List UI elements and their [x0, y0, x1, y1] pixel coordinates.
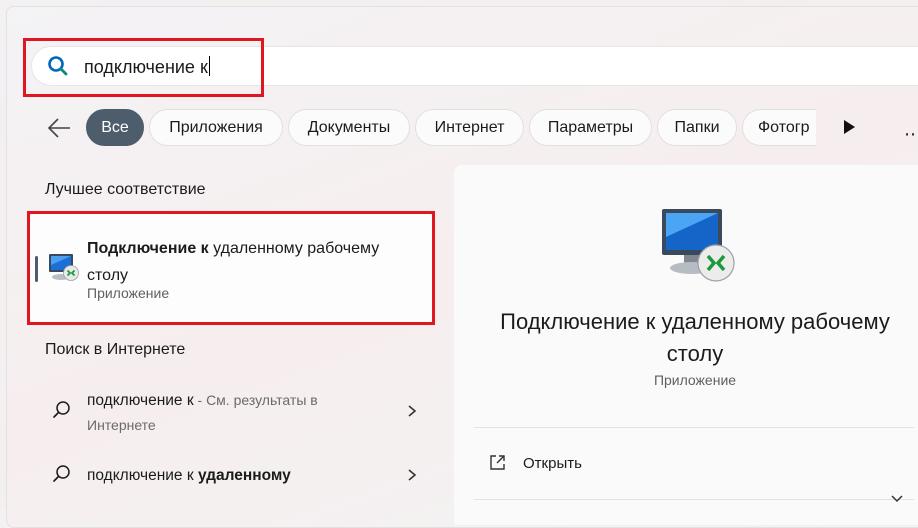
best-match-title: Подключение к удаленному рабочему столу	[87, 240, 380, 284]
filter-internet[interactable]: Интернет	[415, 109, 524, 146]
divider	[474, 427, 914, 428]
best-match-heading: Лучшее соответствие	[45, 181, 206, 198]
detail-title: Подключение к удаленному рабочему столу	[500, 309, 890, 366]
remote-desktop-icon	[662, 209, 735, 282]
more-options-icon[interactable]: ⋯	[904, 124, 918, 145]
filter-documents[interactable]: Документы	[288, 109, 410, 146]
detail-subtitle: Приложение	[653, 372, 737, 388]
web-search-icon	[53, 465, 70, 482]
divider	[474, 499, 914, 500]
text-caret	[208, 56, 210, 76]
filter-folders[interactable]: Папки	[657, 109, 737, 146]
filter-photos[interactable]: Фотогр	[742, 109, 816, 146]
back-arrow-icon[interactable]	[46, 115, 72, 141]
chevron-down-icon[interactable]	[890, 494, 904, 504]
filter-apps[interactable]: Приложения	[149, 109, 283, 146]
scroll-right-icon[interactable]	[842, 119, 856, 135]
open-action-label: Открыть	[523, 455, 582, 472]
web-result-1-text: подключение к - См. результаты в Интерне…	[87, 392, 318, 433]
web-result-2-text: подключение к удаленному	[87, 467, 291, 484]
open-external-icon	[490, 455, 505, 470]
filter-all[interactable]: Все	[86, 109, 144, 146]
remote-desktop-icon	[49, 254, 79, 281]
chevron-right-icon	[408, 405, 417, 417]
web-search-icon	[53, 401, 70, 418]
search-input[interactable]: подключение к	[84, 56, 210, 78]
best-match-subtitle: Приложение	[87, 285, 170, 301]
web-search-heading: Поиск в Интернете	[45, 341, 186, 358]
chevron-right-icon	[408, 469, 417, 481]
filter-settings[interactable]: Параметры	[529, 109, 652, 146]
selection-indicator	[35, 256, 38, 282]
search-icon	[48, 56, 68, 76]
